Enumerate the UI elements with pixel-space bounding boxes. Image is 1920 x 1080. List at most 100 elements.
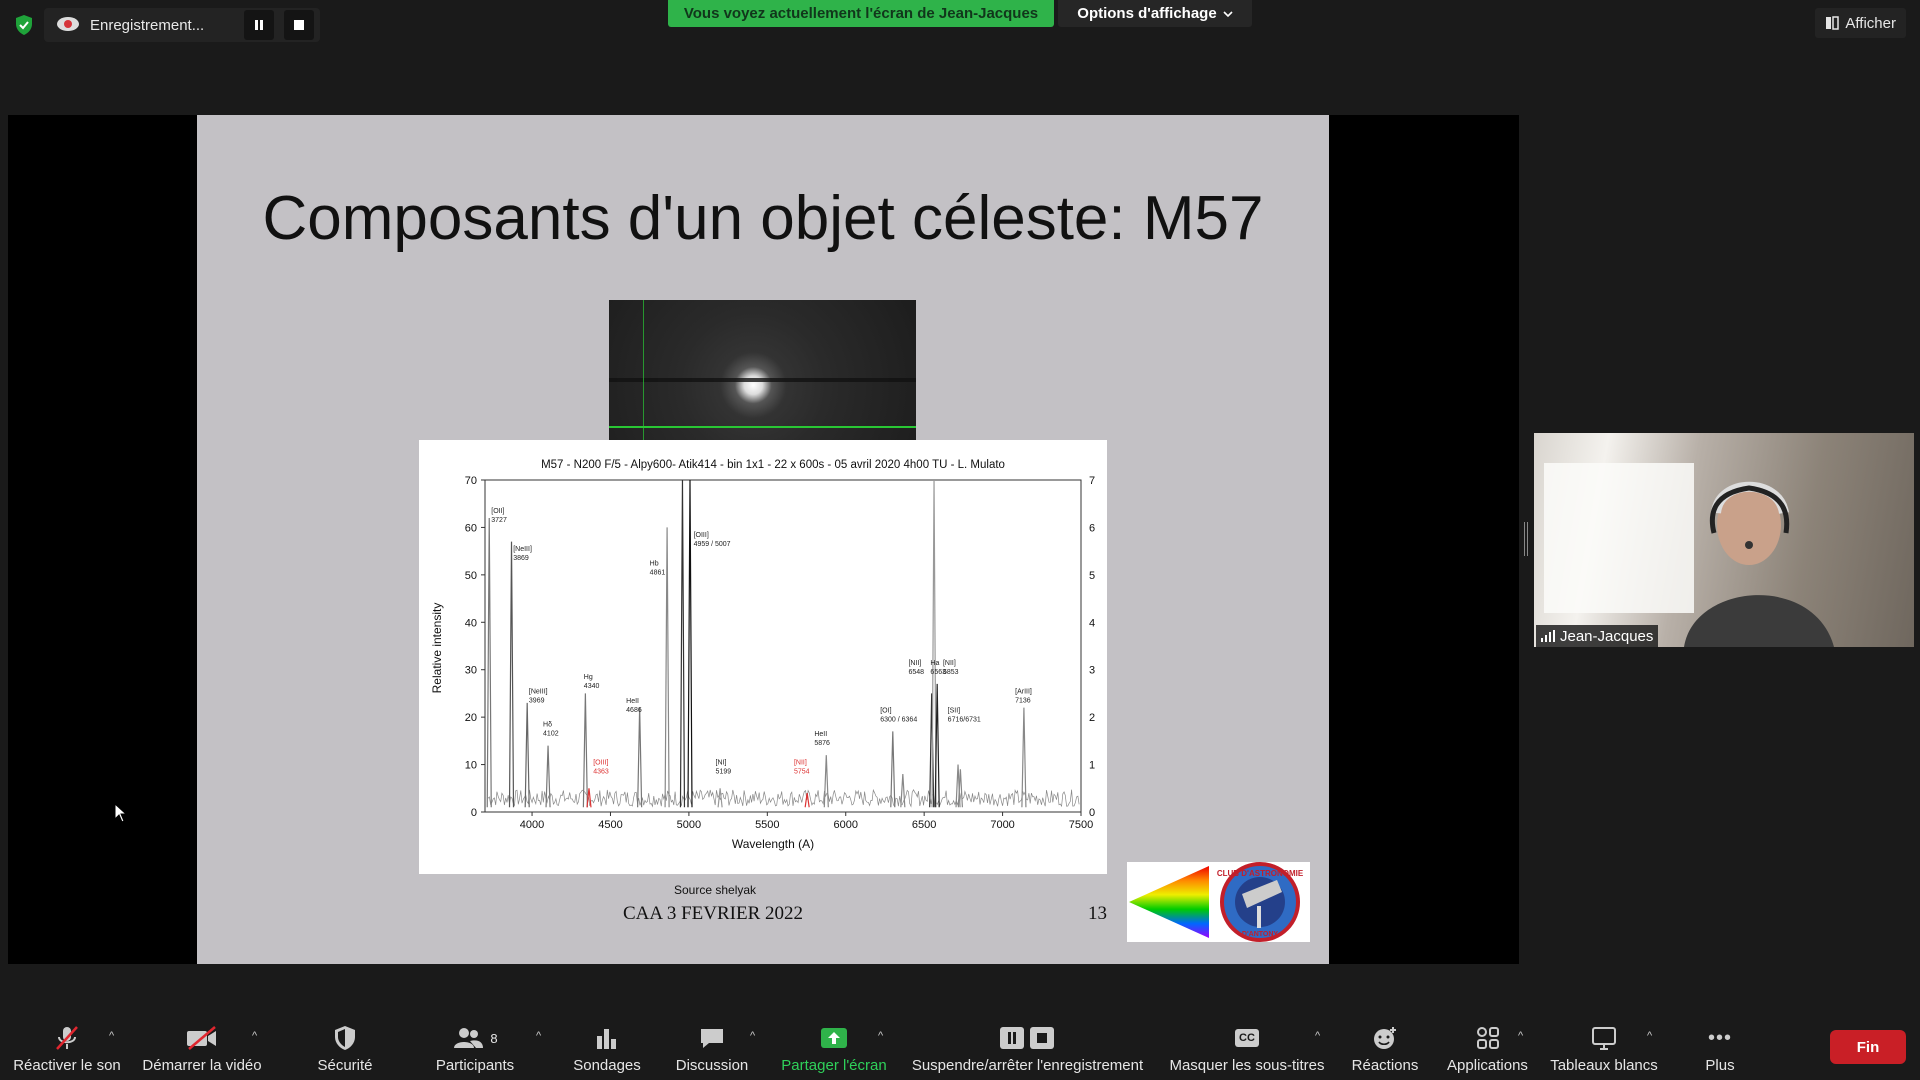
m57-nebula-image: [609, 300, 916, 442]
x-tick-label: 4500: [598, 819, 622, 831]
y2-tick-label: 1: [1089, 760, 1095, 772]
polls-label: Sondages: [573, 1057, 641, 1074]
spectrum-chart: M57 - N200 F/5 - Alpy600- Atik414 - bin …: [430, 459, 1095, 851]
x-tick-label: 6500: [912, 819, 936, 831]
line-annotation: [OII]: [491, 508, 504, 515]
spectrum-chart-card: M57 - N200 F/5 - Alpy600- Atik414 - bin …: [419, 440, 1107, 874]
reaction-smiley-icon: [1371, 1023, 1399, 1053]
y-tick-label: 70: [465, 475, 477, 487]
line-annotation: [OI]: [880, 707, 891, 714]
more-dots-icon: •••: [1707, 1026, 1732, 1049]
share-caret-icon[interactable]: ^: [878, 1030, 883, 1042]
participants-button[interactable]: 8 Participants: [425, 1016, 525, 1080]
line-annotation-wavelength: 5754: [794, 769, 810, 776]
show-button[interactable]: Afficher: [1815, 8, 1906, 38]
apps-label: Applications: [1447, 1057, 1528, 1074]
participant-name-tag: Jean-Jacques: [1536, 625, 1659, 647]
y2-tick-label: 2: [1089, 712, 1095, 724]
y-tick-label: 0: [471, 807, 477, 819]
x-tick-label: 4000: [520, 819, 544, 831]
spectrum-baseline: [487, 788, 1080, 808]
line-annotation: [ArIII]: [1015, 688, 1032, 695]
stop-recording-button[interactable]: [284, 10, 315, 40]
captions-button[interactable]: CC Masquer les sous-titres: [1167, 1016, 1327, 1080]
video-options-caret-icon[interactable]: ^: [252, 1030, 257, 1042]
emission-line: [687, 479, 693, 808]
more-label: Plus: [1705, 1057, 1735, 1074]
reactions-button[interactable]: Réactions: [1345, 1016, 1425, 1080]
line-annotation: [SII]: [948, 707, 961, 714]
view-options-dropdown[interactable]: Options d'affichage: [1058, 0, 1252, 27]
plot-frame: [484, 479, 1082, 813]
start-video-button[interactable]: Démarrer la vidéo: [138, 1016, 266, 1080]
line-annotation-wavelength: 6548: [908, 669, 924, 676]
stop-icon: [294, 20, 305, 30]
line-annotation-wavelength: 4861: [650, 569, 666, 576]
chat-caret-icon[interactable]: ^: [750, 1030, 755, 1042]
captions-caret-icon[interactable]: ^: [1315, 1030, 1320, 1042]
x-tick-label: 5500: [755, 819, 779, 831]
y2-tick-label: 4: [1089, 617, 1095, 629]
captions-label: Masquer les sous-titres: [1169, 1057, 1325, 1074]
whiteboard-icon: [1590, 1023, 1618, 1053]
pause-stop-recording-button[interactable]: Suspendre/arrêter l'enregistrement: [905, 1016, 1150, 1080]
svg-text:D'ANTONY: D'ANTONY: [1242, 931, 1278, 938]
emission-line: [679, 479, 686, 808]
end-meeting-button[interactable]: Fin: [1830, 1030, 1906, 1064]
emission-line: [664, 527, 670, 808]
line-annotation-wavelength: 6853: [943, 669, 959, 676]
encryption-shield-icon[interactable]: [12, 13, 36, 37]
participant-video-tile[interactable]: Jean-Jacques: [1534, 433, 1914, 647]
participant-video-icon: [1544, 463, 1834, 647]
signal-strength-icon: [1541, 630, 1555, 642]
pause-recording-button[interactable]: [244, 10, 275, 40]
security-button[interactable]: Sécurité: [305, 1016, 385, 1080]
polls-button[interactable]: Sondages: [567, 1016, 647, 1080]
unmute-button[interactable]: Réactiver le son: [12, 1016, 122, 1080]
apps-icon: [1475, 1023, 1501, 1053]
security-label: Sécurité: [317, 1057, 373, 1074]
svg-text:CLUB D'ASTRONOMIE: CLUB D'ASTRONOMIE: [1217, 869, 1304, 878]
video-off-icon: [185, 1023, 219, 1053]
pause-icon: [255, 20, 264, 30]
polls-chart-icon: [594, 1023, 620, 1053]
line-annotation: Hg: [584, 674, 593, 681]
recording-indicator: Enregistrement...: [44, 8, 321, 42]
share-screen-button[interactable]: Partager l'écran: [777, 1016, 891, 1080]
emission-line: [582, 693, 588, 808]
participants-count: 8: [490, 1030, 498, 1046]
line-annotation-wavelength: 4340: [584, 683, 600, 690]
apps-button[interactable]: Applications: [1440, 1016, 1535, 1080]
y2-tick-label: 3: [1089, 665, 1095, 677]
participants-label: Participants: [435, 1057, 515, 1074]
y-tick-label: 60: [465, 522, 477, 534]
share-screen-icon: [819, 1023, 849, 1053]
recording-control-label: Suspendre/arrêter l'enregistrement: [911, 1057, 1144, 1074]
y2-tick-label: 0: [1089, 807, 1095, 819]
chart-xlabel: Wavelength (A): [732, 837, 814, 851]
chat-button[interactable]: Discussion: [667, 1016, 757, 1080]
line-annotation-wavelength: 3869: [513, 555, 529, 562]
audio-options-caret-icon[interactable]: ^: [109, 1030, 114, 1042]
apps-caret-icon[interactable]: ^: [1518, 1030, 1523, 1042]
line-annotation-wavelength: 3727: [491, 517, 507, 524]
emission-line: [823, 755, 829, 808]
whiteboards-caret-icon[interactable]: ^: [1647, 1030, 1652, 1042]
whiteboards-label: Tableaux blancs: [1550, 1057, 1658, 1074]
emission-line: [524, 702, 530, 808]
participants-caret-icon[interactable]: ^: [536, 1030, 541, 1042]
emission-line: [486, 517, 492, 808]
line-annotation-wavelength: 6716/6731: [948, 716, 981, 723]
line-annotation: [OIII]: [694, 532, 709, 539]
reactions-label: Réactions: [1351, 1057, 1419, 1074]
y2-tick-label: 6: [1089, 522, 1095, 534]
closed-captions-icon: CC: [1235, 1023, 1259, 1053]
panel-splitter[interactable]: [1524, 522, 1528, 556]
chat-bubble-icon: [698, 1023, 726, 1053]
whiteboards-button[interactable]: Tableaux blancs: [1546, 1016, 1662, 1080]
pause-stop-recording-icon: [998, 1023, 1058, 1053]
y-tick-label: 20: [465, 712, 477, 724]
emission-line: [508, 541, 515, 808]
club-astronomie-logo-icon: CLUB D'ASTRONOMIE D'ANTONY: [1129, 862, 1304, 942]
more-button[interactable]: ••• Plus: [1690, 1016, 1750, 1080]
